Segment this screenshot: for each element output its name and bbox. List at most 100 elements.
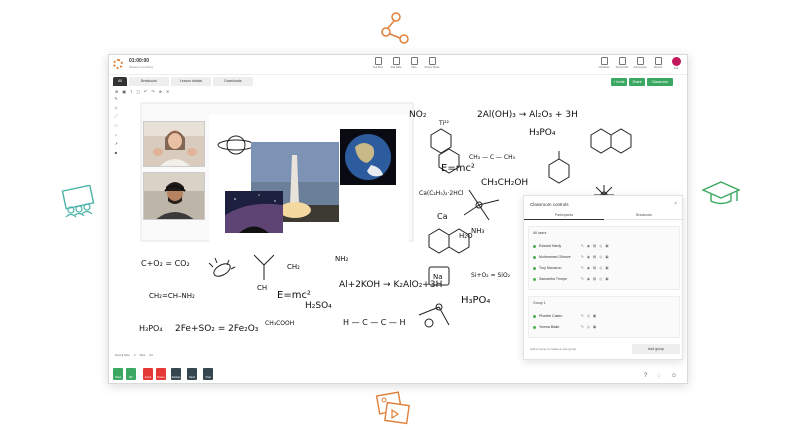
pencil-size-label: Pencil Size — [115, 353, 130, 357]
all-users-group: All users Edward Hardy ✎ ◉ ▤ ◎ ▣ Mohammed… — [528, 226, 680, 290]
online-indicator — [533, 315, 536, 318]
tool-indicators[interactable]: Indicators — [597, 57, 611, 70]
formula-no2: NO₂ — [409, 110, 427, 120]
layout-icon — [636, 57, 644, 65]
tab-participants[interactable]: Participants — [524, 210, 604, 220]
participant-name: Edward Hardy — [539, 244, 562, 248]
circle-icon[interactable]: ○ — [115, 133, 117, 137]
tool-screen-share[interactable]: Screen Share — [424, 57, 440, 69]
grid-icon[interactable]: ⊞ — [115, 89, 118, 94]
participant-name: Yomna Blake — [539, 325, 560, 329]
delete-icon[interactable]: ✕ — [166, 89, 169, 94]
tab-all[interactable]: All — [113, 77, 127, 86]
screen-icon: Screen — [157, 376, 165, 379]
settings-button[interactable]: Settings — [171, 368, 181, 380]
tool-label: Indicators — [598, 66, 610, 69]
participant-controls-icon[interactable]: ✎ ◉ ▤ ◎ ▣ — [581, 266, 610, 270]
group-1-label[interactable]: Group 1 — [533, 301, 546, 305]
tab-breakouts[interactable]: Breakouts — [129, 77, 169, 86]
mic-button[interactable]: Mic — [126, 368, 136, 380]
session-timer-label: Session recording — [129, 65, 154, 69]
pencil-size-value[interactable]: 2 — [134, 353, 136, 357]
image-icon[interactable]: ▣ — [122, 89, 126, 94]
text-icon[interactable]: T — [130, 89, 132, 94]
formula-h2so4: H₂SO₄ — [305, 301, 332, 311]
participant-controls-icon[interactable]: ✎ ◎ ▣ — [581, 325, 597, 329]
participant-row[interactable]: Edward Hardy ✎ ◉ ▤ ◎ ▣ — [533, 243, 677, 251]
chat-button[interactable]: Chat — [203, 368, 213, 380]
right-toolbar: Indicators Screenshot Auto Layout Record… — [597, 57, 683, 70]
slide-icon — [392, 57, 400, 65]
participant-controls-icon[interactable]: ✎ ◉ ▤ ◎ ▣ — [581, 277, 610, 281]
shape-icon[interactable]: ◻ — [137, 89, 140, 94]
zoom-icon[interactable]: ⊕ — [159, 89, 162, 94]
indicator-icon — [600, 57, 608, 65]
formula-ch: CH — [257, 284, 267, 292]
chat-icon: Chat — [205, 376, 211, 379]
participant-row[interactable]: Mohammed Gilmore ✎ ◉ ▤ ◎ ▣ — [533, 254, 677, 262]
participant-controls-icon[interactable]: ✎ ◉ ▤ ◎ ▣ — [581, 244, 610, 248]
participant-controls-icon[interactable]: ✎ ◎ ▣ — [581, 314, 597, 318]
redo-icon[interactable]: ↷ — [151, 89, 154, 94]
tab-downloads[interactable]: Downloads — [213, 77, 253, 86]
online-indicator — [533, 256, 536, 259]
arrow-icon[interactable]: ↗ — [114, 142, 117, 146]
classroom-button[interactable]: Classroom — [647, 78, 673, 86]
panel-tabs: Participants Breakouts — [524, 210, 684, 220]
participant-controls-icon[interactable]: ✎ ◉ ▤ ◎ ▣ — [581, 255, 610, 259]
screen-icon — [428, 57, 436, 65]
formula-na: Na — [433, 273, 443, 281]
invite-button[interactable]: + Invite — [611, 78, 627, 86]
people-icon[interactable]: ☺ — [671, 373, 677, 379]
tab-lesson-details[interactable]: Lesson details — [171, 77, 211, 86]
participant-name: Samantha Thorpe — [539, 277, 567, 281]
participant-row[interactable]: Troy Mcmaron ✎ ◉ ▤ ◎ ▣ — [533, 265, 677, 273]
formula-fe-so: 2Fe+SO₂ = 2Fe₂O₃ — [175, 324, 259, 334]
new-group-input[interactable] — [528, 344, 628, 354]
video-icon: Video — [114, 376, 122, 379]
pen-icon[interactable]: ✎ — [114, 97, 117, 101]
tool-auto-layout[interactable]: Auto Layout — [633, 57, 647, 70]
participant-row[interactable]: Yomna Blake ✎ ◎ ▣ — [533, 324, 677, 332]
close-icon[interactable]: × — [674, 201, 677, 207]
chat-bubble-icon[interactable]: ◌ — [657, 373, 661, 379]
tool-files[interactable]: Files — [407, 57, 421, 69]
formula-h2o: H₂O — [459, 232, 473, 240]
tool-label: Add Slide — [390, 66, 402, 69]
rect-icon[interactable]: □ — [115, 124, 117, 128]
annotate-button[interactable]: Annot — [143, 368, 153, 380]
tab-panel-breakouts[interactable]: Breakouts — [604, 210, 684, 220]
eraser-icon[interactable]: ◇ — [114, 106, 117, 110]
bottom-controls: Video Mic Annot Screen Settings Hand Cha… — [109, 365, 687, 383]
tool-add-slide[interactable]: Add Slide — [389, 57, 403, 69]
undo-icon[interactable]: ↶ — [144, 89, 147, 94]
tool-full-pres[interactable]: Full Pres — [371, 57, 385, 69]
hand-button[interactable]: Hand — [187, 368, 197, 380]
formula-nh3: NH₃ — [471, 227, 485, 235]
participant-row[interactable]: Samantha Thorpe ✎ ◉ ▤ ◎ ▣ — [533, 276, 677, 284]
tool-screenshot[interactable]: Screenshot — [615, 57, 629, 70]
formula-ch3cooh: CH₃COOH — [265, 320, 294, 327]
record-icon — [654, 57, 662, 65]
add-group-button[interactable]: Add group — [632, 344, 680, 354]
help-icon[interactable]: ? — [644, 373, 647, 379]
gear-icon: Settings — [171, 376, 181, 379]
tool-record[interactable]: Record — [651, 57, 665, 70]
share-icon — [381, 12, 409, 44]
camera-icon — [618, 57, 626, 65]
video-button[interactable]: Video — [113, 368, 123, 380]
size-value[interactable]: 24 — [149, 353, 152, 357]
participant-name: Troy Mcmaron — [539, 266, 562, 270]
participant-row[interactable]: Phoebe Castro ✎ ◎ ▣ — [533, 313, 677, 321]
tool-exit[interactable]: Exit — [669, 57, 683, 70]
whiteboard-toolbar: ⊞ ▣ T ◻ ↶ ↷ ⊕ ✕ — [115, 87, 169, 95]
color-swatch-icon[interactable]: ■ — [115, 151, 117, 155]
group-all-label[interactable]: All users — [533, 231, 546, 235]
earth-photo — [340, 129, 396, 185]
video-tile-student[interactable] — [143, 172, 205, 220]
line-icon[interactable]: ／ — [114, 115, 118, 119]
video-tile-teacher[interactable] — [143, 121, 205, 167]
app-window: NO₂ Ti²² 2Al(OH)₃ → Al₂O₃ + 3H H₃PO₄ E=m… — [108, 54, 688, 384]
screen-button[interactable]: Screen — [156, 368, 166, 380]
share-button[interactable]: Share — [629, 78, 645, 86]
